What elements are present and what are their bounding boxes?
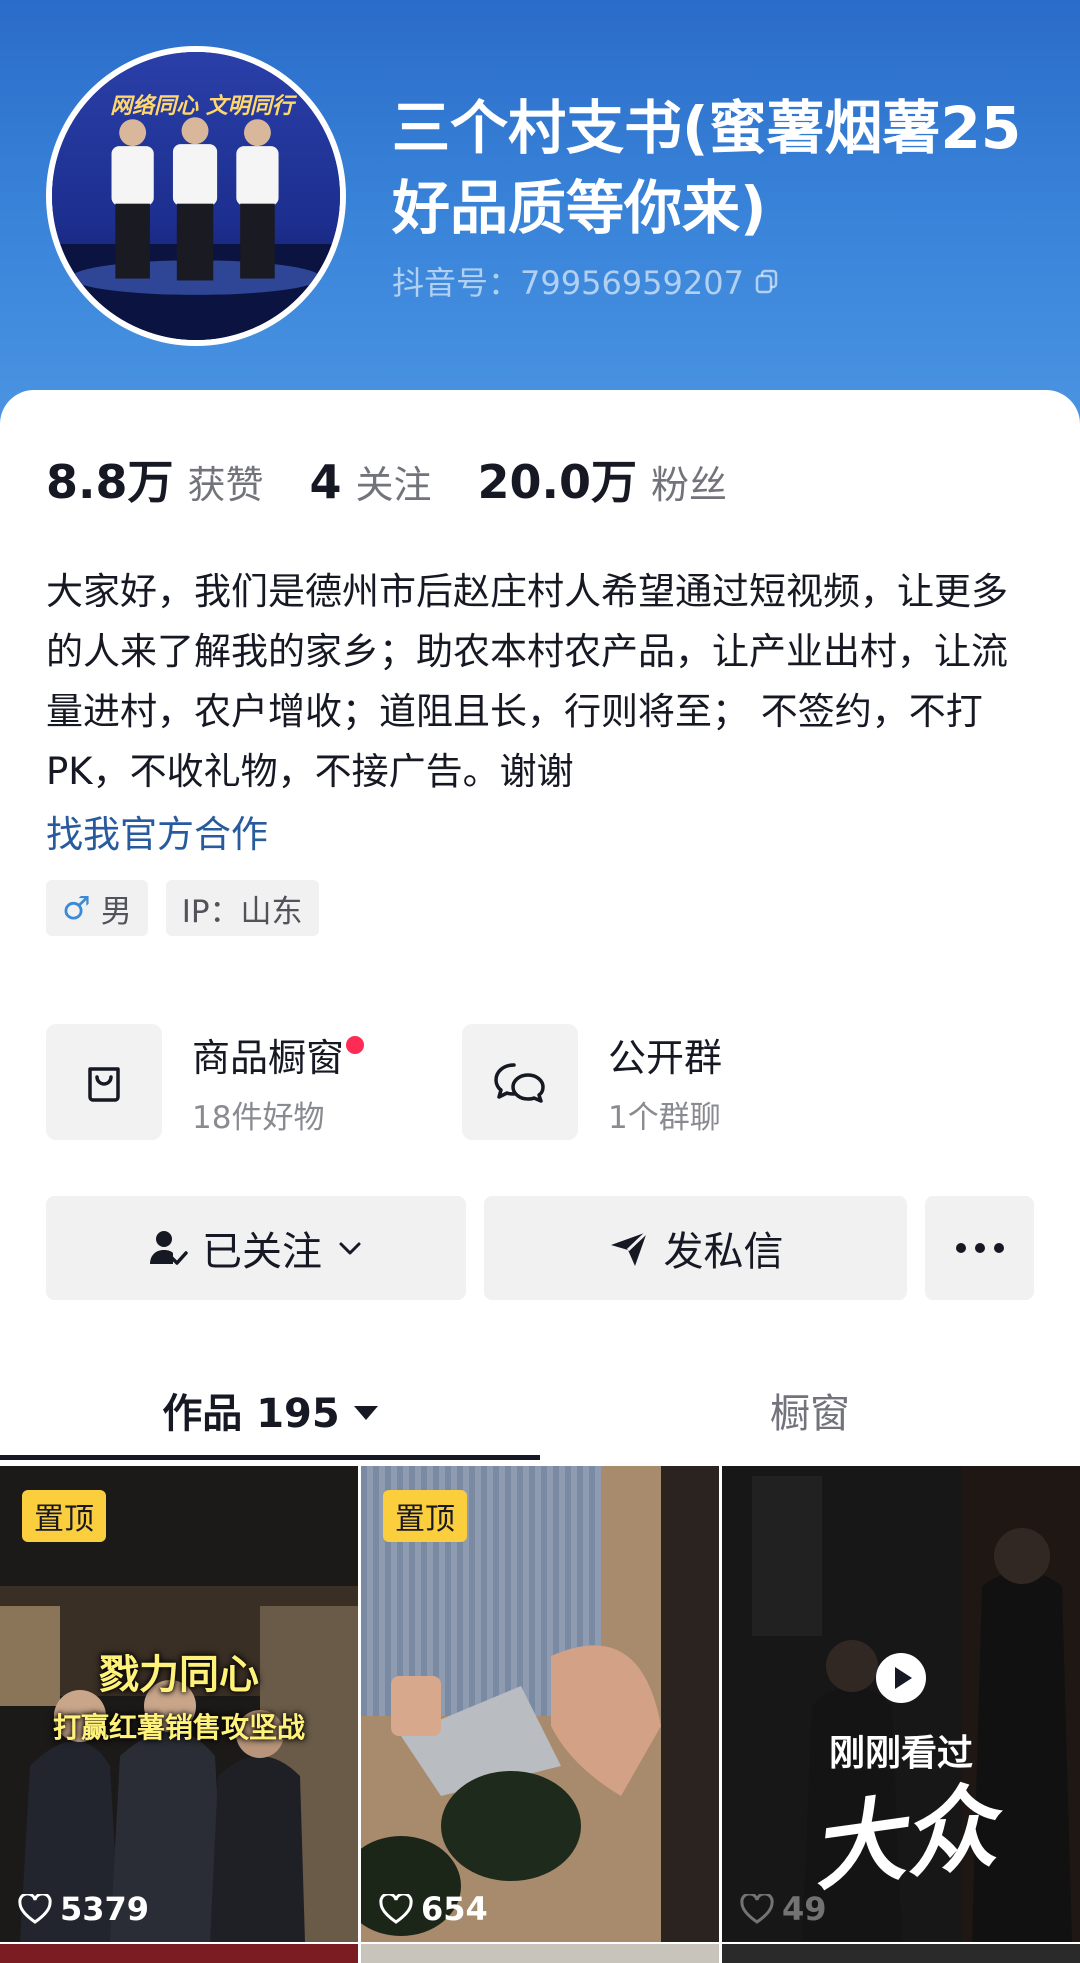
public-group-entry[interactable]: 公开群 1个群聊 [462, 1024, 722, 1140]
followed-button[interactable]: 已关注 [46, 1196, 466, 1300]
next-row-thumb [361, 1944, 719, 1963]
shop-title: 商品橱窗 [192, 1036, 345, 1080]
heart-icon [740, 1894, 774, 1924]
likes-stat[interactable]: 8.8万 获赞 [46, 446, 264, 512]
avatar[interactable]: 网络同心 文明同行 [46, 46, 346, 346]
shopping-bag-icon [88, 1067, 120, 1102]
video-3-likes: 49 [740, 1890, 827, 1928]
bio-text: 大家好，我们是德州市后赵庄村人希望通过短视频，让更多的人来了解我的家乡；助农本村… [46, 570, 1008, 793]
video-thumbnail[interactable]: 刚刚看过 大众 49 [722, 1466, 1080, 1942]
heart-icon [18, 1894, 52, 1924]
more-button[interactable] [925, 1196, 1034, 1300]
chevron-down-icon [339, 1242, 361, 1255]
video-grid: 置顶 戮力同心 打赢红薯销售攻坚战 5379 置顶 654 刚刚看过 大众 49 [0, 1466, 1080, 1963]
gender-label: 男 [100, 893, 132, 930]
followers-label: 粉丝 [651, 463, 728, 507]
profile-tags: ♂ 男 IP：山东 [46, 880, 319, 936]
shop-icon-box [46, 1024, 162, 1140]
likes-label: 获赞 [187, 463, 264, 507]
stats-row: 8.8万 获赞 4 关注 20.0万 粉丝 [46, 446, 773, 512]
notification-dot [346, 1036, 365, 1054]
followers-stat[interactable]: 20.0万 粉丝 [478, 446, 728, 512]
content-tabs: 作品 195 橱窗 [0, 1360, 1080, 1460]
douyin-id[interactable]: 抖音号：79956959207 [392, 258, 780, 304]
shop-showcase-entry[interactable]: 商品橱窗 18件好物 [46, 1024, 365, 1140]
more-dots-icon [955, 1243, 1004, 1253]
likes-count: 8.8万 [46, 455, 174, 509]
following-stat[interactable]: 4 关注 [310, 454, 432, 509]
next-row-thumb [722, 1944, 1080, 1963]
ip-tag: IP：山东 [165, 880, 319, 936]
video-1-likes: 5379 [18, 1890, 149, 1928]
send-message-button[interactable]: 发私信 [484, 1196, 907, 1300]
video-2-like-count: 654 [421, 1890, 488, 1928]
video-3-like-count: 49 [782, 1890, 827, 1928]
followed-label: 已关注 [202, 1229, 322, 1275]
tab-showcase[interactable]: 橱窗 [540, 1360, 1080, 1460]
nickname: 三个村支书(蜜薯烟薯25好品质等你来) [392, 94, 1022, 242]
official-cooperation-link[interactable]: 找我官方合作 [46, 804, 268, 858]
send-message-label: 发私信 [663, 1229, 784, 1275]
video-thumbnail[interactable]: 置顶 戮力同心 打赢红薯销售攻坚战 5379 [0, 1466, 358, 1942]
group-icon-box [462, 1024, 578, 1140]
male-icon: ♂ [62, 889, 91, 927]
tab-works-label: 作品 195 [162, 1391, 340, 1437]
avatar-banner-text: 网络同心 文明同行 [110, 94, 294, 119]
next-row-thumb [0, 1944, 358, 1963]
video-thumbnail[interactable]: 置顶 654 [361, 1466, 719, 1942]
douyin-id-text: 抖音号：79956959207 [392, 264, 744, 302]
pinned-badge: 置顶 [22, 1490, 106, 1542]
tab-works[interactable]: 作品 195 [0, 1360, 540, 1460]
video-1-like-count: 5379 [60, 1890, 150, 1928]
pinned-badge: 置顶 [383, 1490, 467, 1542]
tab-showcase-label: 橱窗 [770, 1391, 850, 1437]
caret-down-icon [353, 1406, 378, 1420]
play-icon [876, 1653, 926, 1703]
group-title: 公开群 [608, 1036, 723, 1080]
following-label: 关注 [355, 463, 432, 507]
video-2-likes: 654 [379, 1890, 488, 1928]
gender-tag: ♂ 男 [46, 880, 148, 936]
shop-subtitle: 18件好物 [192, 1100, 325, 1136]
heart-icon [379, 1894, 413, 1924]
ip-label: IP：山东 [181, 893, 303, 930]
followers-count: 20.0万 [477, 455, 638, 509]
next-row-preview [0, 1944, 1080, 1963]
following-count: 4 [309, 455, 342, 509]
active-tab-indicator [0, 1455, 540, 1460]
video-1-title-line1: 戮力同心 [99, 1652, 259, 1698]
chat-bubbles-icon [494, 1063, 545, 1103]
user-check-icon [150, 1231, 188, 1265]
send-icon [610, 1230, 648, 1266]
video-1-title-line2: 打赢红薯销售攻坚战 [52, 1711, 305, 1744]
group-subtitle: 1个群聊 [608, 1100, 721, 1136]
copy-icon[interactable] [754, 268, 780, 294]
